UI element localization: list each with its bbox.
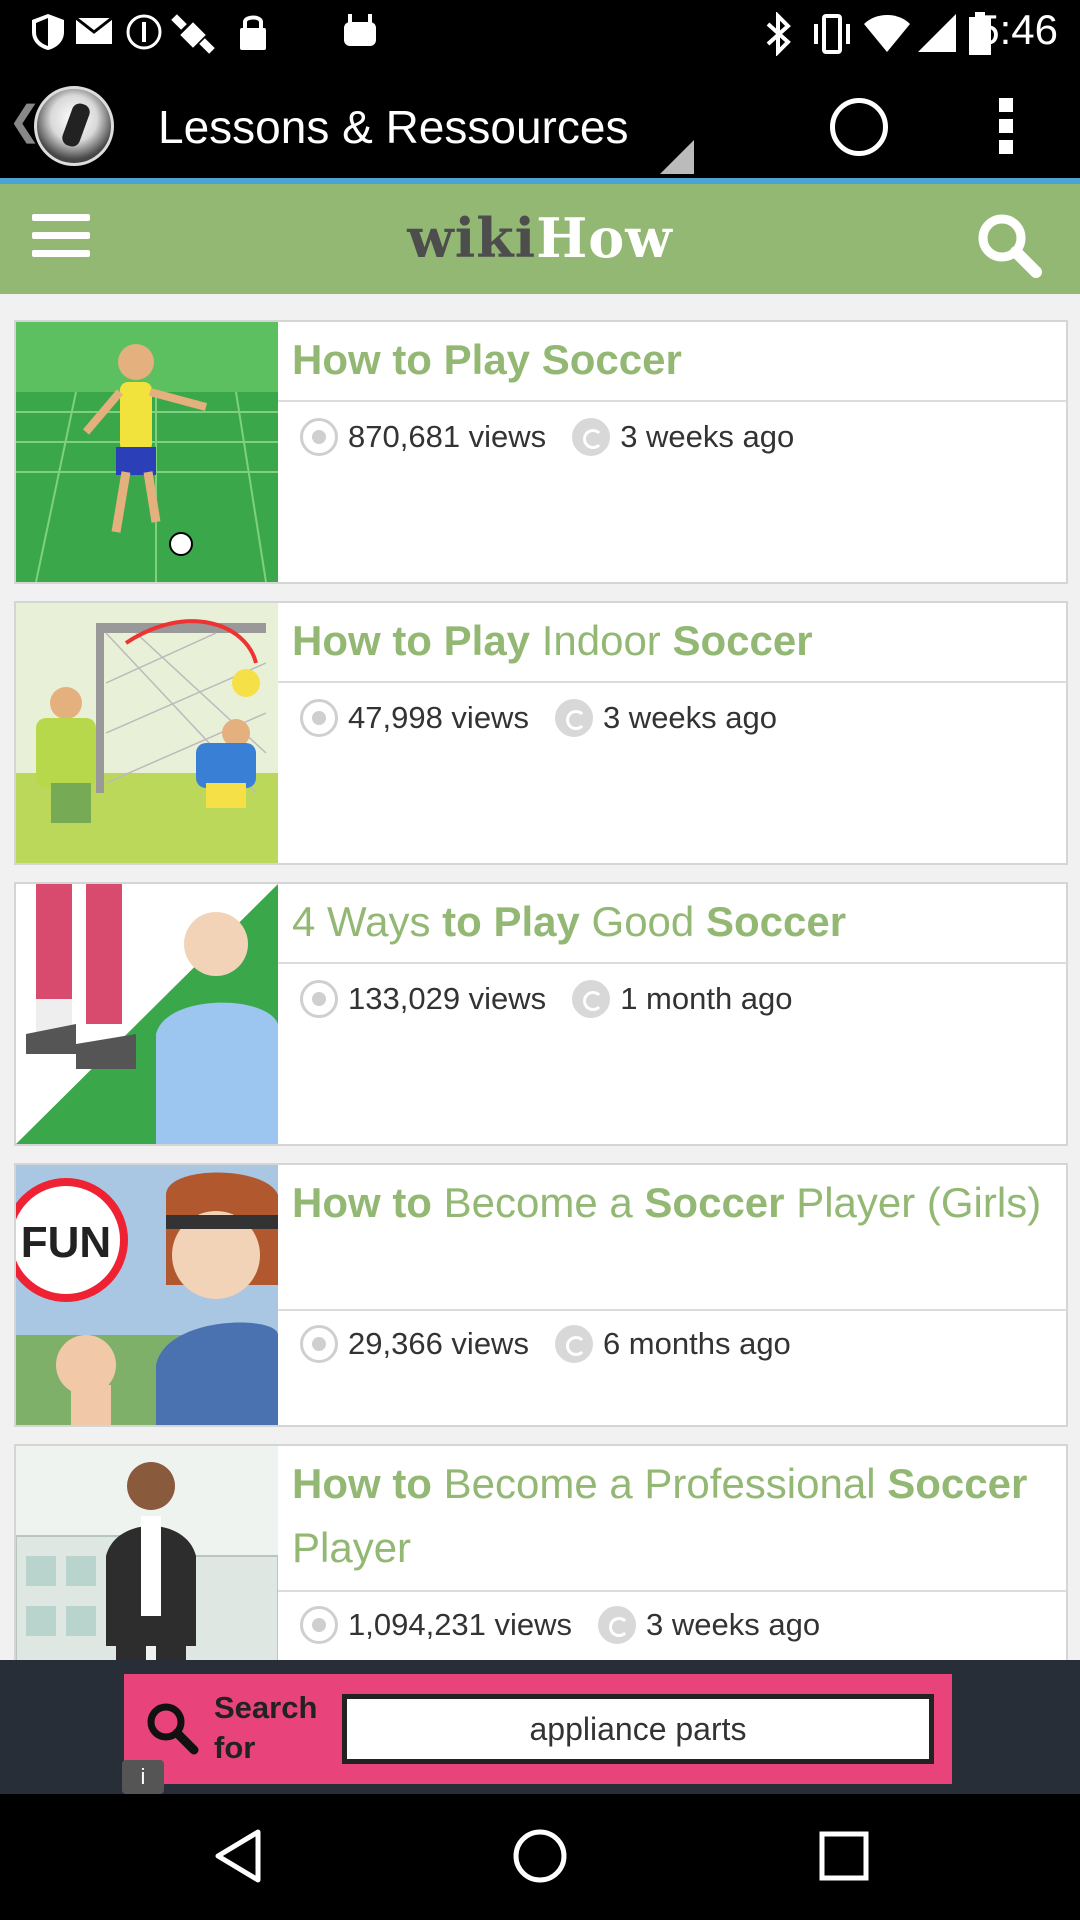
logo-wiki: wiki — [407, 206, 537, 270]
view-count: 47,998 views — [348, 700, 529, 735]
article-meta: 47,998 views 3 weeks ago — [300, 699, 777, 737]
post-time: 1 month ago — [620, 981, 793, 1016]
article-card[interactable]: How to Play Soccer 870,681 views 3 weeks… — [14, 320, 1068, 584]
signal-icon — [918, 14, 956, 52]
logo-how: How — [536, 206, 673, 270]
overflow-menu-button[interactable] — [992, 98, 1020, 158]
article-thumbnail — [16, 322, 278, 582]
home-icon[interactable] — [510, 1826, 570, 1886]
article-title-segment: How to — [292, 1179, 444, 1226]
view-count: 1,094,231 views — [348, 1607, 573, 1642]
views-icon — [300, 699, 338, 737]
card-divider — [278, 1309, 1066, 1311]
article-card[interactable]: How to Become a Professional Soccer Play… — [14, 1444, 1068, 1660]
android-icon — [344, 14, 376, 46]
post-time: 3 weeks ago — [646, 1607, 821, 1642]
lock-icon — [240, 15, 266, 50]
article-title[interactable]: How to Become a Professional Soccer Play… — [292, 1452, 1052, 1580]
views-icon — [300, 980, 338, 1018]
article-meta: 133,029 views 1 month ago — [300, 980, 793, 1018]
article-card[interactable]: FUN How to Become a Soccer Player (Girls… — [14, 1163, 1068, 1427]
article-title-segment: Soccer — [887, 1460, 1028, 1507]
svg-text:FUN: FUN — [21, 1218, 111, 1267]
article-card[interactable]: 4 Ways to Play Good Soccer 133,029 views… — [14, 882, 1068, 1146]
article-title-segment: Soccer — [705, 898, 847, 945]
ad-search-box[interactable]: Search for appliance parts — [124, 1674, 952, 1784]
wikihow-header: wikiHow — [0, 184, 1080, 294]
card-divider — [278, 681, 1066, 683]
view-count: 133,029 views — [348, 981, 547, 1016]
article-thumbnail — [16, 1446, 278, 1660]
article-title-segment: How to Play Soccer — [292, 336, 682, 383]
article-title[interactable]: How to Play Indoor Soccer — [292, 609, 1052, 673]
article-title[interactable]: How to Become a Soccer Player (Girls) — [292, 1171, 1052, 1235]
clock-icon — [554, 1325, 593, 1363]
article-title-segment: 4 Ways — [292, 898, 443, 945]
status-time: 5:46 — [976, 6, 1058, 53]
app-bar: ❮ Lessons & Ressources — [0, 62, 1080, 184]
gmail-icon — [75, 16, 113, 44]
recents-icon[interactable] — [814, 1826, 874, 1886]
view-count: 870,681 views — [348, 419, 547, 454]
article-title-segment: Soccer — [644, 1179, 797, 1226]
article-card[interactable]: How to Play Indoor Soccer 47,998 views 3… — [14, 601, 1068, 865]
article-meta: 29,366 views 6 months ago — [300, 1325, 791, 1363]
status-bar: 5:46 — [0, 0, 1080, 62]
fake-gps-icon — [171, 14, 215, 54]
views-icon — [300, 1325, 338, 1363]
clock-icon — [572, 418, 611, 456]
article-title-segment: How to — [292, 1460, 444, 1507]
article-thumbnail — [16, 884, 278, 1144]
info-icon — [126, 14, 162, 50]
wifi-icon — [864, 15, 910, 52]
article-title-segment: Become a — [443, 1179, 645, 1226]
article-title-segment: Soccer — [672, 617, 813, 664]
ad-label-line2: for — [214, 1730, 256, 1765]
article-title-segment: Player — [292, 1524, 412, 1571]
card-divider — [278, 400, 1066, 402]
dropdown-triangle-icon[interactable] — [660, 140, 694, 174]
article-title-segment: Become a Professional — [443, 1460, 888, 1507]
ad-label-line1: Search — [214, 1690, 318, 1725]
article-thumbnail — [16, 603, 278, 863]
card-divider — [278, 962, 1066, 964]
article-title-segment: Indoor — [541, 617, 673, 664]
article-thumbnail: FUN — [16, 1165, 278, 1425]
article-meta: 1,094,231 views 3 weeks ago — [300, 1606, 820, 1644]
search-icon[interactable] — [974, 210, 1044, 280]
clock-icon — [554, 699, 593, 737]
article-title[interactable]: How to Play Soccer — [292, 328, 1052, 392]
clock-icon — [598, 1606, 637, 1644]
ad-search-label: Search for — [214, 1688, 317, 1768]
article-title-segment: Good — [591, 898, 706, 945]
ad-banner: Search for appliance parts i — [0, 1660, 1080, 1794]
ad-info-icon[interactable]: i — [122, 1760, 164, 1794]
article-title-segment: How to Play — [292, 617, 542, 664]
back-icon[interactable] — [208, 1826, 268, 1886]
bluetooth-icon — [766, 12, 791, 56]
view-count: 29,366 views — [348, 1326, 529, 1361]
article-title[interactable]: 4 Ways to Play Good Soccer — [292, 890, 1052, 954]
wikihow-logo: wikiHow — [0, 206, 1080, 270]
article-title-segment: to Play — [442, 898, 592, 945]
clock-icon — [572, 980, 611, 1018]
post-time: 3 weeks ago — [602, 700, 778, 735]
ad-search-input[interactable]: appliance parts — [342, 1694, 934, 1764]
loading-circle-button[interactable] — [830, 98, 888, 156]
post-time: 3 weeks ago — [620, 419, 795, 454]
search-icon — [147, 1703, 199, 1755]
navigation-bar — [0, 1794, 1080, 1920]
views-icon — [300, 1606, 338, 1644]
post-time: 6 months ago — [602, 1326, 791, 1361]
article-meta: 870,681 views 3 weeks ago — [300, 418, 794, 456]
article-list: How to Play Soccer 870,681 views 3 weeks… — [0, 294, 1080, 1660]
vibrate-icon — [814, 14, 850, 54]
app-title[interactable]: Lessons & Ressources — [158, 100, 628, 154]
article-title-segment: Player (Girls) — [796, 1179, 1042, 1226]
app-icon[interactable] — [34, 86, 114, 166]
views-icon — [300, 418, 338, 456]
shield-icon — [32, 14, 64, 50]
card-divider — [278, 1590, 1066, 1592]
